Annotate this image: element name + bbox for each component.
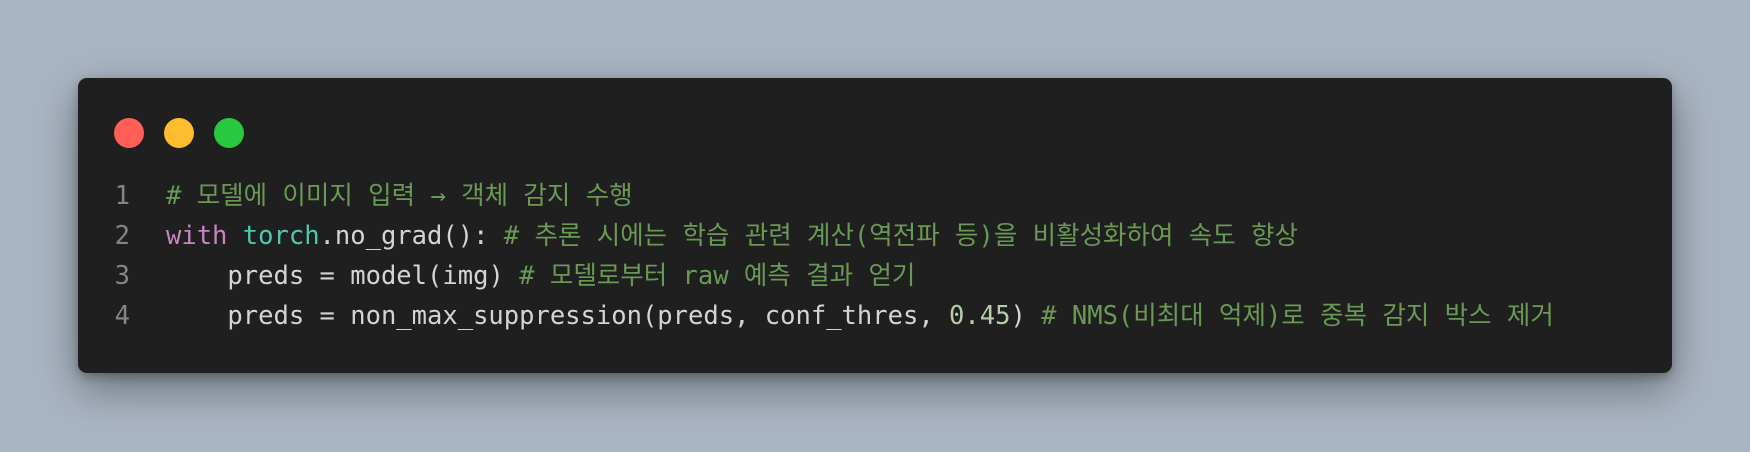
line-number: 4 bbox=[114, 301, 130, 331]
line-number: 3 bbox=[114, 261, 130, 291]
code-token-comment: # 모델에 이미지 입력 → 객체 감지 수행 bbox=[166, 181, 633, 211]
line-number: 1 bbox=[114, 181, 130, 211]
line-number: 2 bbox=[114, 221, 130, 251]
code-token-variable: preds bbox=[227, 261, 305, 291]
code-token-variable: conf_thres bbox=[764, 301, 919, 331]
code-token-comment: # 추론 시에는 학습 관련 계산(역전파 등)을 비활성화하여 속도 향상 bbox=[503, 221, 1298, 251]
code-token-keyword: with bbox=[166, 221, 228, 251]
code-token-variable: model bbox=[350, 261, 428, 291]
code-text: with torch.no_grad(): # 추론 시에는 학습 관련 계산(… bbox=[130, 216, 1298, 256]
code-line: 4 preds = non_max_suppression(preds, con… bbox=[78, 296, 1554, 336]
code-token-plain: ( bbox=[427, 261, 443, 291]
code-token-module: torch bbox=[242, 221, 320, 251]
code-token-plain: ) bbox=[488, 261, 520, 291]
code-token-plain: , bbox=[734, 301, 765, 331]
code-line: 1 # 모델에 이미지 입력 → 객체 감지 수행 bbox=[78, 176, 1554, 216]
code-text: # 모델에 이미지 입력 → 객체 감지 수행 bbox=[130, 176, 633, 216]
code-token-plain: = bbox=[304, 261, 351, 291]
code-block: 1 # 모델에 이미지 입력 → 객체 감지 수행 2 with torch.no_g… bbox=[78, 176, 1554, 336]
code-line: 3 preds = model(img) # 모델로부터 raw 예측 결과 얻… bbox=[78, 256, 1554, 296]
code-text: preds = non_max_suppression(preds, conf_… bbox=[130, 296, 1554, 336]
code-token-plain: .no_grad(): bbox=[319, 221, 504, 251]
code-token-plain: = non_max_suppression( bbox=[304, 301, 658, 331]
code-line: 2 with torch.no_grad(): # 추론 시에는 학습 관련 계산… bbox=[78, 216, 1554, 256]
minimize-button[interactable] bbox=[164, 118, 194, 148]
code-token-comment: # NMS(비최대 억제)로 중복 감지 박스 제거 bbox=[1041, 301, 1554, 331]
code-token-variable: preds bbox=[227, 301, 305, 331]
code-text: preds = model(img) # 모델로부터 raw 예측 결과 얻기 bbox=[130, 256, 915, 296]
window-controls bbox=[114, 118, 264, 148]
code-token-plain: ) bbox=[1010, 301, 1042, 331]
zoom-button[interactable] bbox=[214, 118, 244, 148]
code-token-plain: , bbox=[918, 301, 950, 331]
code-window: 1 # 모델에 이미지 입력 → 객체 감지 수행 2 with torch.no_g… bbox=[78, 78, 1672, 373]
code-token-number: 0.45 bbox=[949, 301, 1011, 331]
close-button[interactable] bbox=[114, 118, 144, 148]
code-token-variable: img bbox=[442, 261, 489, 291]
code-token-comment: # 모델로부터 raw 예측 결과 얻기 bbox=[519, 261, 916, 291]
code-token-variable: preds bbox=[657, 301, 735, 331]
